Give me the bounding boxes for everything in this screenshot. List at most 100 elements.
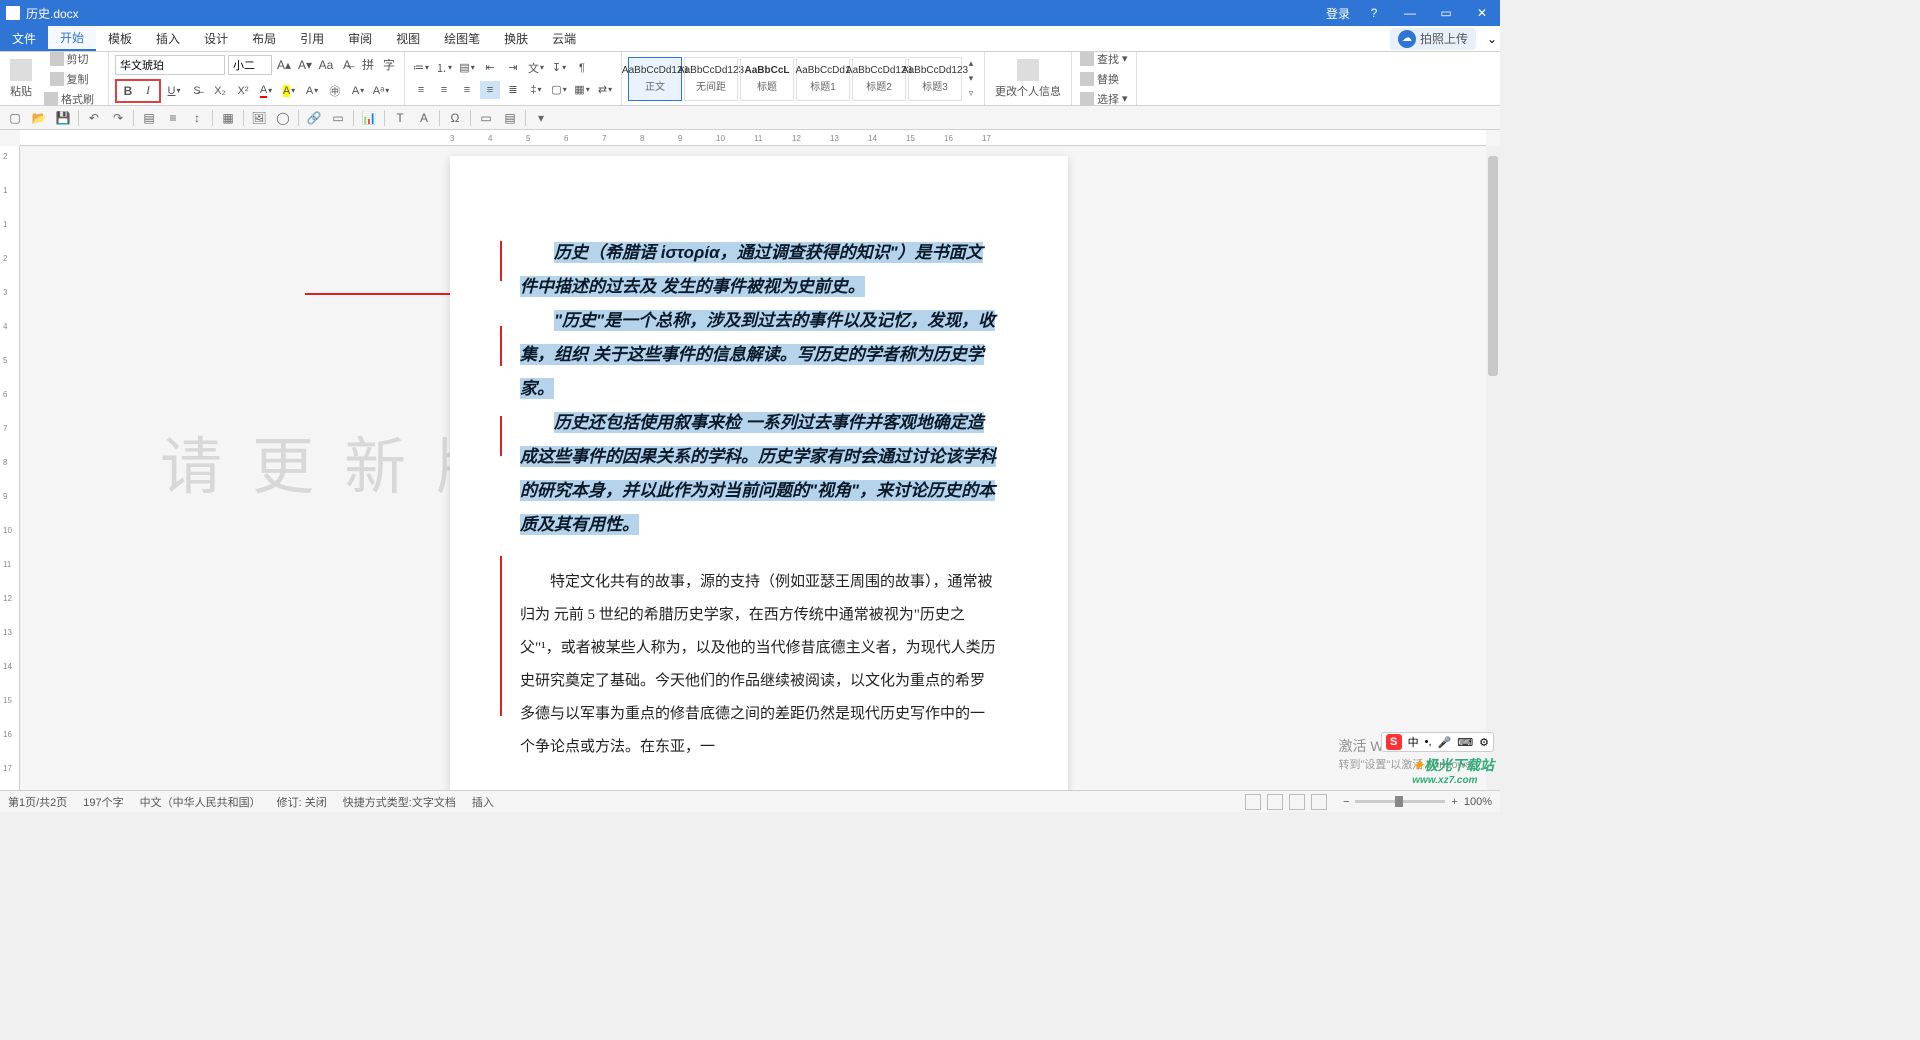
qa-textbox-button[interactable]: T — [391, 109, 409, 127]
menu-file[interactable]: 文件 — [0, 26, 48, 51]
select-button[interactable]: 选择▾ — [1078, 90, 1130, 108]
selected-paragraph[interactable]: 历史（希腊语 ἱστορία，通过调查获得的知识"）是书面文件中描述的过去及 发… — [520, 236, 998, 304]
highlight-color-button[interactable]: A — [279, 82, 299, 100]
menu-layout[interactable]: 布局 — [240, 26, 288, 51]
status-words[interactable]: 197个字 — [83, 794, 123, 810]
underline-button[interactable]: U — [164, 82, 184, 100]
bold-button[interactable]: B — [119, 82, 137, 100]
shading-button[interactable]: ▢ — [549, 81, 569, 99]
upload-button[interactable]: ☁ 拍照上传 — [1390, 28, 1476, 50]
ime-toolbar[interactable]: S 中 •, 🎤 ⌨ ⚙ — [1381, 732, 1494, 752]
vertical-ruler[interactable]: 211234567891011121314151617 — [0, 146, 20, 790]
menu-design[interactable]: 设计 — [192, 26, 240, 51]
menu-template[interactable]: 模板 — [96, 26, 144, 51]
font-color-button[interactable]: A — [256, 82, 276, 100]
ime-lang[interactable]: 中 — [1408, 734, 1419, 750]
qa-wordart-button[interactable]: A — [415, 109, 433, 127]
grow-font-button[interactable]: A▴ — [275, 56, 293, 74]
line-spacing-button[interactable]: ‡ — [526, 81, 546, 99]
subscript-button[interactable]: X₂ — [210, 82, 230, 100]
superscript-button[interactable]: X² — [233, 82, 253, 100]
qa-shapes-button[interactable]: ◯ — [274, 109, 292, 127]
menu-draw[interactable]: 绘图笔 — [432, 26, 492, 51]
view-web-button[interactable] — [1289, 794, 1305, 810]
zoom-in-button[interactable]: + — [1451, 796, 1457, 808]
qa-link-button[interactable]: 🔗 — [305, 109, 323, 127]
qa-more-button[interactable]: ▾ — [532, 109, 550, 127]
numbering-button[interactable]: ⒈ — [434, 59, 454, 77]
paste-button[interactable]: 粘贴 — [6, 57, 36, 101]
save-button[interactable]: 💾 — [54, 109, 72, 127]
qa-image-button[interactable]: 🖼 — [250, 109, 268, 127]
redo-button[interactable]: ↷ — [109, 109, 127, 127]
new-doc-button[interactable]: ▢ — [6, 109, 24, 127]
zoom-out-button[interactable]: − — [1343, 796, 1349, 808]
undo-button[interactable]: ↶ — [85, 109, 103, 127]
style-nospacing[interactable]: AaBbCcDd123无间距 — [684, 57, 738, 101]
font-name-input[interactable] — [115, 55, 225, 75]
replace-button[interactable]: 替换 — [1078, 70, 1121, 88]
char-border-button[interactable]: 字 — [380, 56, 398, 74]
text-effects-button[interactable]: A — [348, 82, 368, 100]
menu-view[interactable]: 视图 — [384, 26, 432, 51]
login-link[interactable]: 登录 — [1326, 5, 1350, 22]
char-shading-button[interactable]: A — [302, 82, 322, 100]
menu-skin[interactable]: 换肤 — [492, 26, 540, 51]
vertical-scrollbar[interactable] — [1486, 146, 1500, 790]
increase-indent-button[interactable]: ⇥ — [503, 59, 523, 77]
view-outline-button[interactable] — [1311, 794, 1327, 810]
font-size-input[interactable] — [228, 55, 272, 75]
enclose-char-button[interactable]: ㊥ — [325, 82, 345, 100]
font-more-button[interactable]: Aᵃ — [371, 82, 391, 100]
close-button[interactable]: ✕ — [1470, 6, 1494, 20]
sort-button[interactable]: ↧ — [549, 59, 569, 77]
menu-insert[interactable]: 插入 — [144, 26, 192, 51]
style-scroll[interactable]: ▴▾▿ — [964, 57, 978, 101]
maximize-button[interactable]: ▭ — [1434, 6, 1458, 20]
qa-bullets-button[interactable]: ≡ — [164, 109, 182, 127]
clear-format-button[interactable]: A̶ — [338, 56, 356, 74]
view-print-button[interactable] — [1245, 794, 1261, 810]
style-heading3[interactable]: AaBbCcDd123标题3 — [908, 57, 962, 101]
distribute-button[interactable]: ≣ — [503, 81, 523, 99]
selected-paragraph[interactable]: "历史"是一个总称，涉及到过去的事件以及记忆，发现，收集，组织 关于这些事件的信… — [520, 304, 998, 406]
style-heading1[interactable]: AaBbCcDd1标题1 — [796, 57, 850, 101]
format-painter-button[interactable]: 格式刷 — [42, 90, 96, 108]
qa-table-button[interactable]: ▦ — [219, 109, 237, 127]
style-normal[interactable]: AaBbCcDd123正文 — [628, 57, 682, 101]
selected-paragraph[interactable]: 历史还包括使用叙事来检 一系列过去事件并客观地确定造成这些事件的因果关系的学科。… — [520, 406, 998, 542]
find-button[interactable]: 查找▾ — [1078, 50, 1130, 68]
bullets-button[interactable]: ≔ — [411, 59, 431, 77]
document-page[interactable]: 历史（希腊语 ἱστορία，通过调查获得的知识"）是书面文件中描述的过去及 发… — [450, 156, 1068, 790]
document-canvas[interactable]: 请更新版本 历史（希腊语 ἱστορία，通过调查获得的知识"）是书面文件中描述… — [20, 146, 1486, 790]
body-paragraph[interactable]: 特定文化共有的故事，源的支持（例如亚瑟王周围的故事），通常被归为 元前 5 世纪… — [520, 566, 998, 764]
ime-keyboard-icon[interactable]: ⌨ — [1457, 736, 1473, 749]
strike-button[interactable]: S̶ — [187, 82, 207, 100]
horizontal-ruler[interactable]: 34567891011121314151617 — [20, 130, 1486, 146]
align-left-button[interactable]: ≡ — [411, 81, 431, 99]
menu-review[interactable]: 审阅 — [336, 26, 384, 51]
align-right-button[interactable]: ≡ — [457, 81, 477, 99]
qa-layout-button[interactable]: ▤ — [140, 109, 158, 127]
copy-button[interactable]: 复制 — [48, 70, 91, 88]
status-page[interactable]: 第1页/共2页 — [8, 794, 67, 810]
phonetic-guide-button[interactable]: 拼 — [359, 56, 377, 74]
change-case-button[interactable]: Aa — [317, 56, 335, 74]
modify-info-button[interactable]: 更改个人信息 — [991, 57, 1065, 101]
style-title[interactable]: AaBbCcL标题 — [740, 57, 794, 101]
qa-header-button[interactable]: ▭ — [329, 109, 347, 127]
qa-spacing-button[interactable]: ↕ — [188, 109, 206, 127]
qa-chart-button[interactable]: 📊 — [360, 109, 378, 127]
status-language[interactable]: 中文（中华人民共和国） — [140, 794, 261, 810]
cut-button[interactable]: 剪切 — [48, 50, 91, 68]
style-heading2[interactable]: AaBbCcDd123标题2 — [852, 57, 906, 101]
ribbon-collapse-icon[interactable]: ⌄ — [1484, 32, 1500, 46]
view-read-button[interactable] — [1267, 794, 1283, 810]
help-button[interactable]: ? — [1362, 6, 1386, 20]
align-center-button[interactable]: ≡ — [434, 81, 454, 99]
tabs-button[interactable]: ⇄ — [595, 81, 615, 99]
menu-home[interactable]: 开始 — [48, 26, 96, 51]
ime-voice-icon[interactable]: 🎤 — [1438, 736, 1452, 749]
qa-form-button[interactable]: ▤ — [501, 109, 519, 127]
shrink-font-button[interactable]: A▾ — [296, 56, 314, 74]
